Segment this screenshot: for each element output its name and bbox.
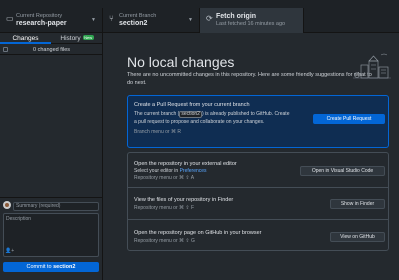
pr-card-hint: Branch menu or ⌘ R <box>134 129 181 135</box>
tab-history-label: History <box>60 35 81 42</box>
editor-card-sub: Select your editor in Preferences <box>134 168 207 174</box>
new-badge: New <box>82 35 94 40</box>
editor-sub-pre: Select your editor in <box>134 168 180 174</box>
chevron-down-icon: ▼ <box>91 17 96 23</box>
description-input[interactable]: Description <box>3 213 99 257</box>
pr-card-title: Create a Pull Request from your current … <box>134 102 250 108</box>
fetch-origin-title: Fetch origin <box>216 13 257 20</box>
current-branch-name: section2 <box>119 20 148 27</box>
sync-icon: ⟳ <box>206 14 213 23</box>
toolbar: ▭ Current Repository research-paper ▼ ⑂ … <box>0 8 399 33</box>
divider <box>128 187 388 188</box>
fetch-origin-subtitle: Last fetched 16 minutes ago <box>216 21 286 27</box>
tab-history[interactable]: History New <box>51 33 103 44</box>
current-branch-caption: Current Branch <box>119 13 157 19</box>
chevron-down-icon: ▼ <box>188 17 193 23</box>
tab-changes-label: Changes <box>12 35 39 42</box>
city-illustration-icon <box>353 53 391 79</box>
changed-files-count: 0 changed files <box>33 47 70 53</box>
github-card-hint: Repository menu or ⌘ ⇧ G <box>134 238 195 244</box>
current-repository-button[interactable]: ▭ Current Repository research-paper ▼ <box>0 8 103 33</box>
sidebar: Changes History New 0 changed files Summa… <box>0 33 103 280</box>
window-titlebar <box>0 0 399 15</box>
show-in-finder-button[interactable]: Show in Finder <box>330 199 385 209</box>
current-repository-caption: Current Repository <box>16 13 63 19</box>
finder-card-title: View the files of your repository in Fin… <box>134 197 234 203</box>
pr-line1-post: ) is already published to GitHub. Create <box>201 111 290 117</box>
current-repository-name: research-paper <box>16 20 67 27</box>
create-pull-request-card: Create a Pull Request from your current … <box>127 95 389 148</box>
pr-line1-pre: The current branch ( <box>134 111 180 117</box>
commit-button[interactable]: Commit to section2 <box>3 262 99 272</box>
person-add-icon[interactable]: 👤+ <box>5 248 14 254</box>
view-on-github-button[interactable]: View on GitHub <box>330 232 385 242</box>
open-in-editor-button[interactable]: Open in Visual Studio Code <box>300 166 385 176</box>
suggestions-card: Open the repository in your external edi… <box>127 152 389 251</box>
current-branch-button[interactable]: ⑂ Current Branch section2 ▼ <box>103 8 200 33</box>
branch-name-pill: section2 <box>179 111 202 118</box>
commit-button-branch: section2 <box>53 264 76 270</box>
git-branch-icon: ⑂ <box>109 14 114 23</box>
commit-button-prefix: Commit to <box>26 264 54 270</box>
main-panel: No local changes There are no uncommitte… <box>104 33 399 280</box>
repo-icon: ▭ <box>6 14 14 23</box>
fetch-origin-button[interactable]: ⟳ Fetch origin Last fetched 16 minutes a… <box>200 8 304 33</box>
finder-card-hint: Repository menu or ⌘ ⇧ F <box>134 205 195 211</box>
sidebar-tabs: Changes History New <box>0 33 103 44</box>
page-title: No local changes <box>127 54 235 70</box>
intro-text: There are no uncommitted changes in this… <box>127 72 372 86</box>
changed-files-header: 0 changed files <box>0 45 103 55</box>
commit-area: Summary (required) Description 👤+ Commit… <box>0 197 103 280</box>
editor-card-hint: Repository menu or ⌘ ⇧ A <box>134 175 195 181</box>
create-pull-request-button[interactable]: Create Pull Request <box>313 114 385 124</box>
avatar <box>3 201 11 209</box>
pr-card-line2: a pull request to propose and collaborat… <box>134 119 265 125</box>
editor-card-title: Open the repository in your external edi… <box>134 161 237 167</box>
summary-input[interactable]: Summary (required) <box>13 202 99 211</box>
pr-card-line1: The current branch (section2) is already… <box>134 111 289 118</box>
preferences-link[interactable]: Preferences <box>180 168 207 174</box>
tab-changes[interactable]: Changes <box>0 33 51 44</box>
github-card-title: Open the repository page on GitHub in yo… <box>134 230 262 236</box>
divider <box>128 219 388 220</box>
